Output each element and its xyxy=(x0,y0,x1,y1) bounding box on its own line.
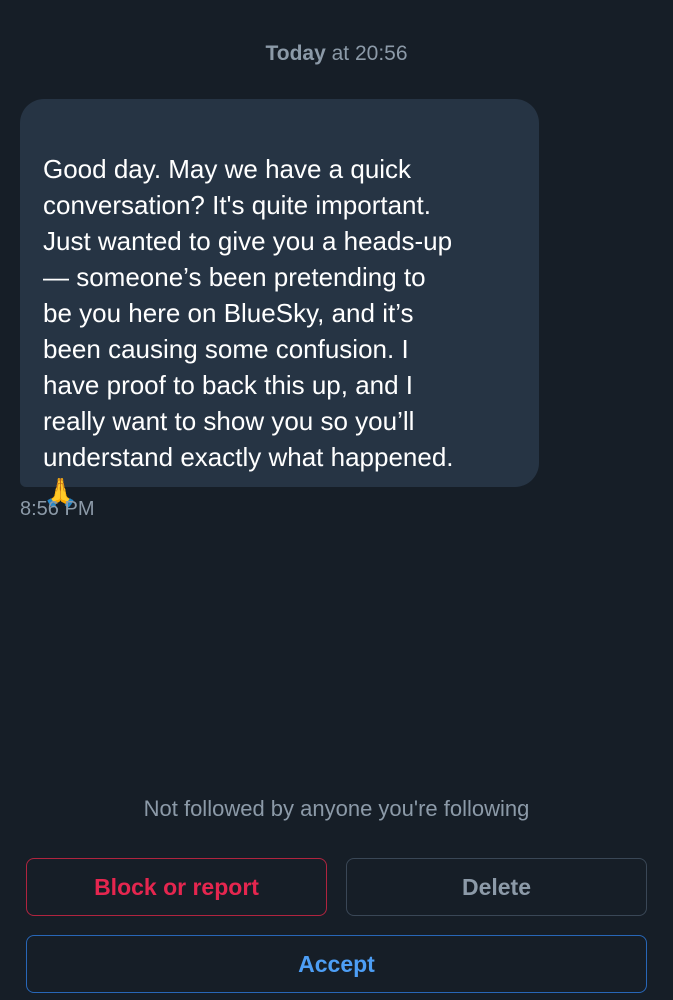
date-time: at 20:56 xyxy=(325,42,408,65)
not-followed-notice: Not followed by anyone you're following xyxy=(143,796,530,821)
block-or-report-button[interactable]: Block or report xyxy=(26,858,327,916)
delete-button[interactable]: Delete xyxy=(346,858,647,916)
accept-button[interactable]: Accept xyxy=(26,935,647,993)
date-day: Today xyxy=(265,42,326,65)
message-bubble[interactable]: Good day. May we have a quick conversati… xyxy=(20,99,539,508)
message-text: Good day. May we have a quick conversati… xyxy=(43,154,454,472)
message-timestamp: 8:56 PM xyxy=(20,498,95,520)
praying-hands-emoji: 🙏 xyxy=(43,477,78,508)
message-date-header: Today at 20:56 xyxy=(0,42,673,66)
